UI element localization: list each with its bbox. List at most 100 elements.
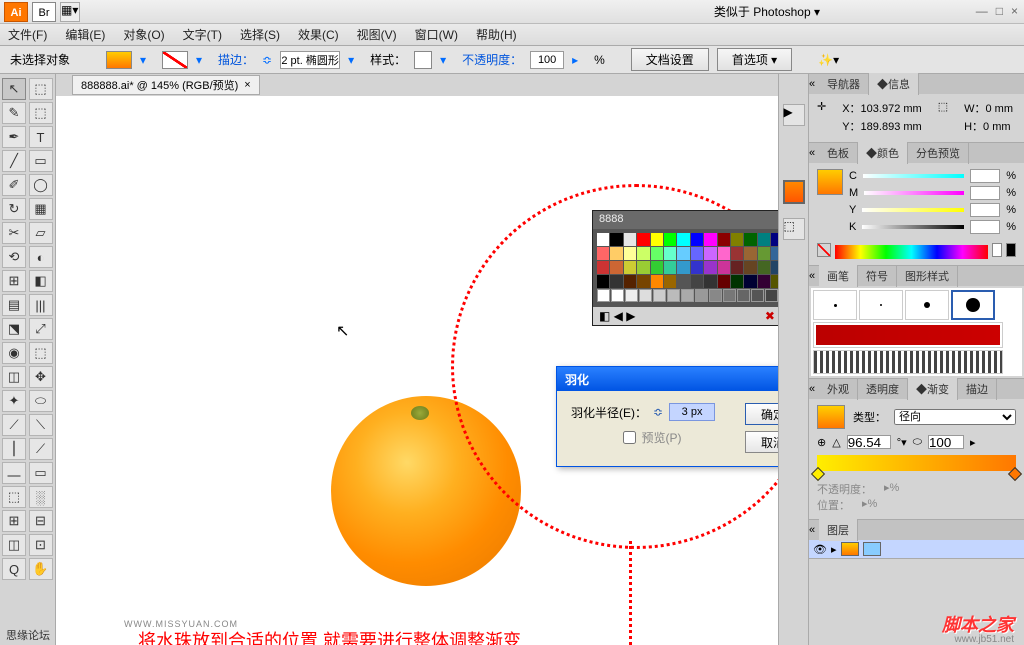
tool-5[interactable]: T xyxy=(29,126,53,148)
swatch[interactable] xyxy=(771,261,778,274)
swatch[interactable] xyxy=(597,261,609,274)
menu-item[interactable]: 帮助(H) xyxy=(476,26,517,43)
swatch[interactable] xyxy=(691,247,703,260)
tool-25[interactable]: ✥ xyxy=(29,366,53,388)
gradient-type-select[interactable]: 径向 xyxy=(894,409,1016,425)
swatch[interactable] xyxy=(758,261,770,274)
swatch[interactable] xyxy=(704,247,716,260)
tool-26[interactable]: ✦ xyxy=(2,390,26,412)
workspace-switcher[interactable]: 类似于 Photoshop ▾ xyxy=(714,3,820,20)
swatch[interactable] xyxy=(691,233,703,246)
appearance-tab[interactable]: 外观 xyxy=(819,378,858,400)
swatch[interactable] xyxy=(611,289,624,302)
stroke-weight-stepper[interactable]: ≎ xyxy=(262,53,272,67)
menu-item[interactable]: 视图(V) xyxy=(357,26,397,43)
swatch[interactable] xyxy=(637,233,649,246)
menu-item[interactable]: 选择(S) xyxy=(240,26,280,43)
layer-row[interactable]: 👁 ▸ xyxy=(809,540,1024,558)
swatch[interactable] xyxy=(597,233,609,246)
fill-dropdown-icon[interactable]: ▾ xyxy=(140,53,154,67)
swatch[interactable] xyxy=(718,247,730,260)
close-button[interactable]: × xyxy=(1011,4,1018,18)
swatch[interactable] xyxy=(610,233,622,246)
fill-color-swatch[interactable] xyxy=(817,169,843,195)
opacity-input[interactable] xyxy=(530,51,564,69)
swatch[interactable] xyxy=(664,247,676,260)
swatch[interactable] xyxy=(718,233,730,246)
swatch[interactable] xyxy=(731,247,743,260)
swatch[interactable] xyxy=(758,275,770,288)
tool-40[interactable]: Q xyxy=(2,558,26,580)
swatch[interactable] xyxy=(765,289,778,302)
arrow-brush[interactable] xyxy=(816,325,1000,345)
swatch[interactable] xyxy=(639,289,652,302)
stepper-icon[interactable]: ≎ xyxy=(653,405,663,419)
swatch[interactable] xyxy=(718,275,730,288)
swatch[interactable] xyxy=(664,233,676,246)
tool-31[interactable]: ⟋ xyxy=(29,438,53,460)
swatch[interactable] xyxy=(651,275,663,288)
document-tab[interactable]: 888888.ai* @ 145% (RGB/预览) × xyxy=(72,75,260,95)
swatch[interactable] xyxy=(624,247,636,260)
swatch[interactable] xyxy=(737,289,750,302)
dock-icon-2[interactable] xyxy=(783,180,805,204)
symbols-tab[interactable]: 符号 xyxy=(858,265,897,287)
feather-dialog[interactable]: 羽化 羽化半径(E)： ≎ 预览(P) 确定 xyxy=(556,366,778,467)
swatch[interactable] xyxy=(624,233,636,246)
swatch[interactable] xyxy=(637,247,649,260)
swatch[interactable] xyxy=(677,247,689,260)
tool-27[interactable]: ⬭ xyxy=(29,390,53,412)
tool-24[interactable]: ◫ xyxy=(2,366,26,388)
c-value[interactable] xyxy=(970,169,1000,183)
spectrum-strip[interactable] xyxy=(835,245,988,259)
swatch[interactable] xyxy=(651,261,663,274)
tool-23[interactable]: ⬚ xyxy=(29,342,53,364)
tool-11[interactable]: ▦ xyxy=(29,198,53,220)
tool-36[interactable]: ⊞ xyxy=(2,510,26,532)
swatch[interactable] xyxy=(751,289,764,302)
swatch[interactable] xyxy=(731,261,743,274)
swatch[interactable] xyxy=(597,247,609,260)
arrange-docs-button[interactable]: ▦▾ xyxy=(60,2,80,22)
swatch[interactable] xyxy=(637,275,649,288)
tool-17[interactable]: ◧ xyxy=(29,270,53,292)
tool-37[interactable]: ⊟ xyxy=(29,510,53,532)
swatches-tab[interactable]: 色板 xyxy=(819,142,858,164)
swatch[interactable] xyxy=(610,247,622,260)
tool-32[interactable]: ⎼ xyxy=(2,462,26,484)
aspect-input[interactable] xyxy=(928,435,964,449)
swatch[interactable] xyxy=(691,261,703,274)
menu-item[interactable]: 文字(T) xyxy=(183,26,222,43)
swatch[interactable] xyxy=(691,275,703,288)
swatch[interactable] xyxy=(610,261,622,274)
k-slider[interactable] xyxy=(862,225,964,229)
tool-29[interactable]: ⟍ xyxy=(29,414,53,436)
style-swatch[interactable] xyxy=(414,51,432,69)
swatch[interactable] xyxy=(677,233,689,246)
swatch[interactable] xyxy=(744,247,756,260)
wand-icon[interactable]: ✨▾ xyxy=(818,53,839,67)
swatch[interactable] xyxy=(677,261,689,274)
brushes-tab[interactable]: 画笔 xyxy=(819,265,858,287)
dock-icon-1[interactable]: ▶ xyxy=(783,104,805,126)
tool-1[interactable]: ⬚ xyxy=(29,78,53,100)
menu-item[interactable]: 效果(C) xyxy=(298,26,339,43)
tool-9[interactable]: ◯ xyxy=(29,174,53,196)
tool-22[interactable]: ◉ xyxy=(2,342,26,364)
preferences-button[interactable]: 首选项 ▾ xyxy=(717,48,792,71)
tool-19[interactable]: ||| xyxy=(29,294,53,316)
tool-35[interactable]: ░ xyxy=(29,486,53,508)
swatch[interactable] xyxy=(681,289,694,302)
angle-input[interactable] xyxy=(847,435,891,449)
swatch[interactable] xyxy=(771,233,778,246)
swatch[interactable] xyxy=(731,233,743,246)
swatch[interactable] xyxy=(664,261,676,274)
none-swatch[interactable] xyxy=(817,243,831,257)
color-tab[interactable]: ◆颜色 xyxy=(858,142,908,164)
tool-33[interactable]: ▭ xyxy=(29,462,53,484)
layers-tab[interactable]: 图层 xyxy=(819,519,858,541)
collapse-icon[interactable]: « xyxy=(809,78,819,90)
tool-41[interactable]: ✋ xyxy=(29,558,53,580)
artboard[interactable]: ↖ 8888 « × ◧ ◀ ▶ ✖ ⊟ 羽化 xyxy=(56,96,778,645)
tool-8[interactable]: ✐ xyxy=(2,174,26,196)
